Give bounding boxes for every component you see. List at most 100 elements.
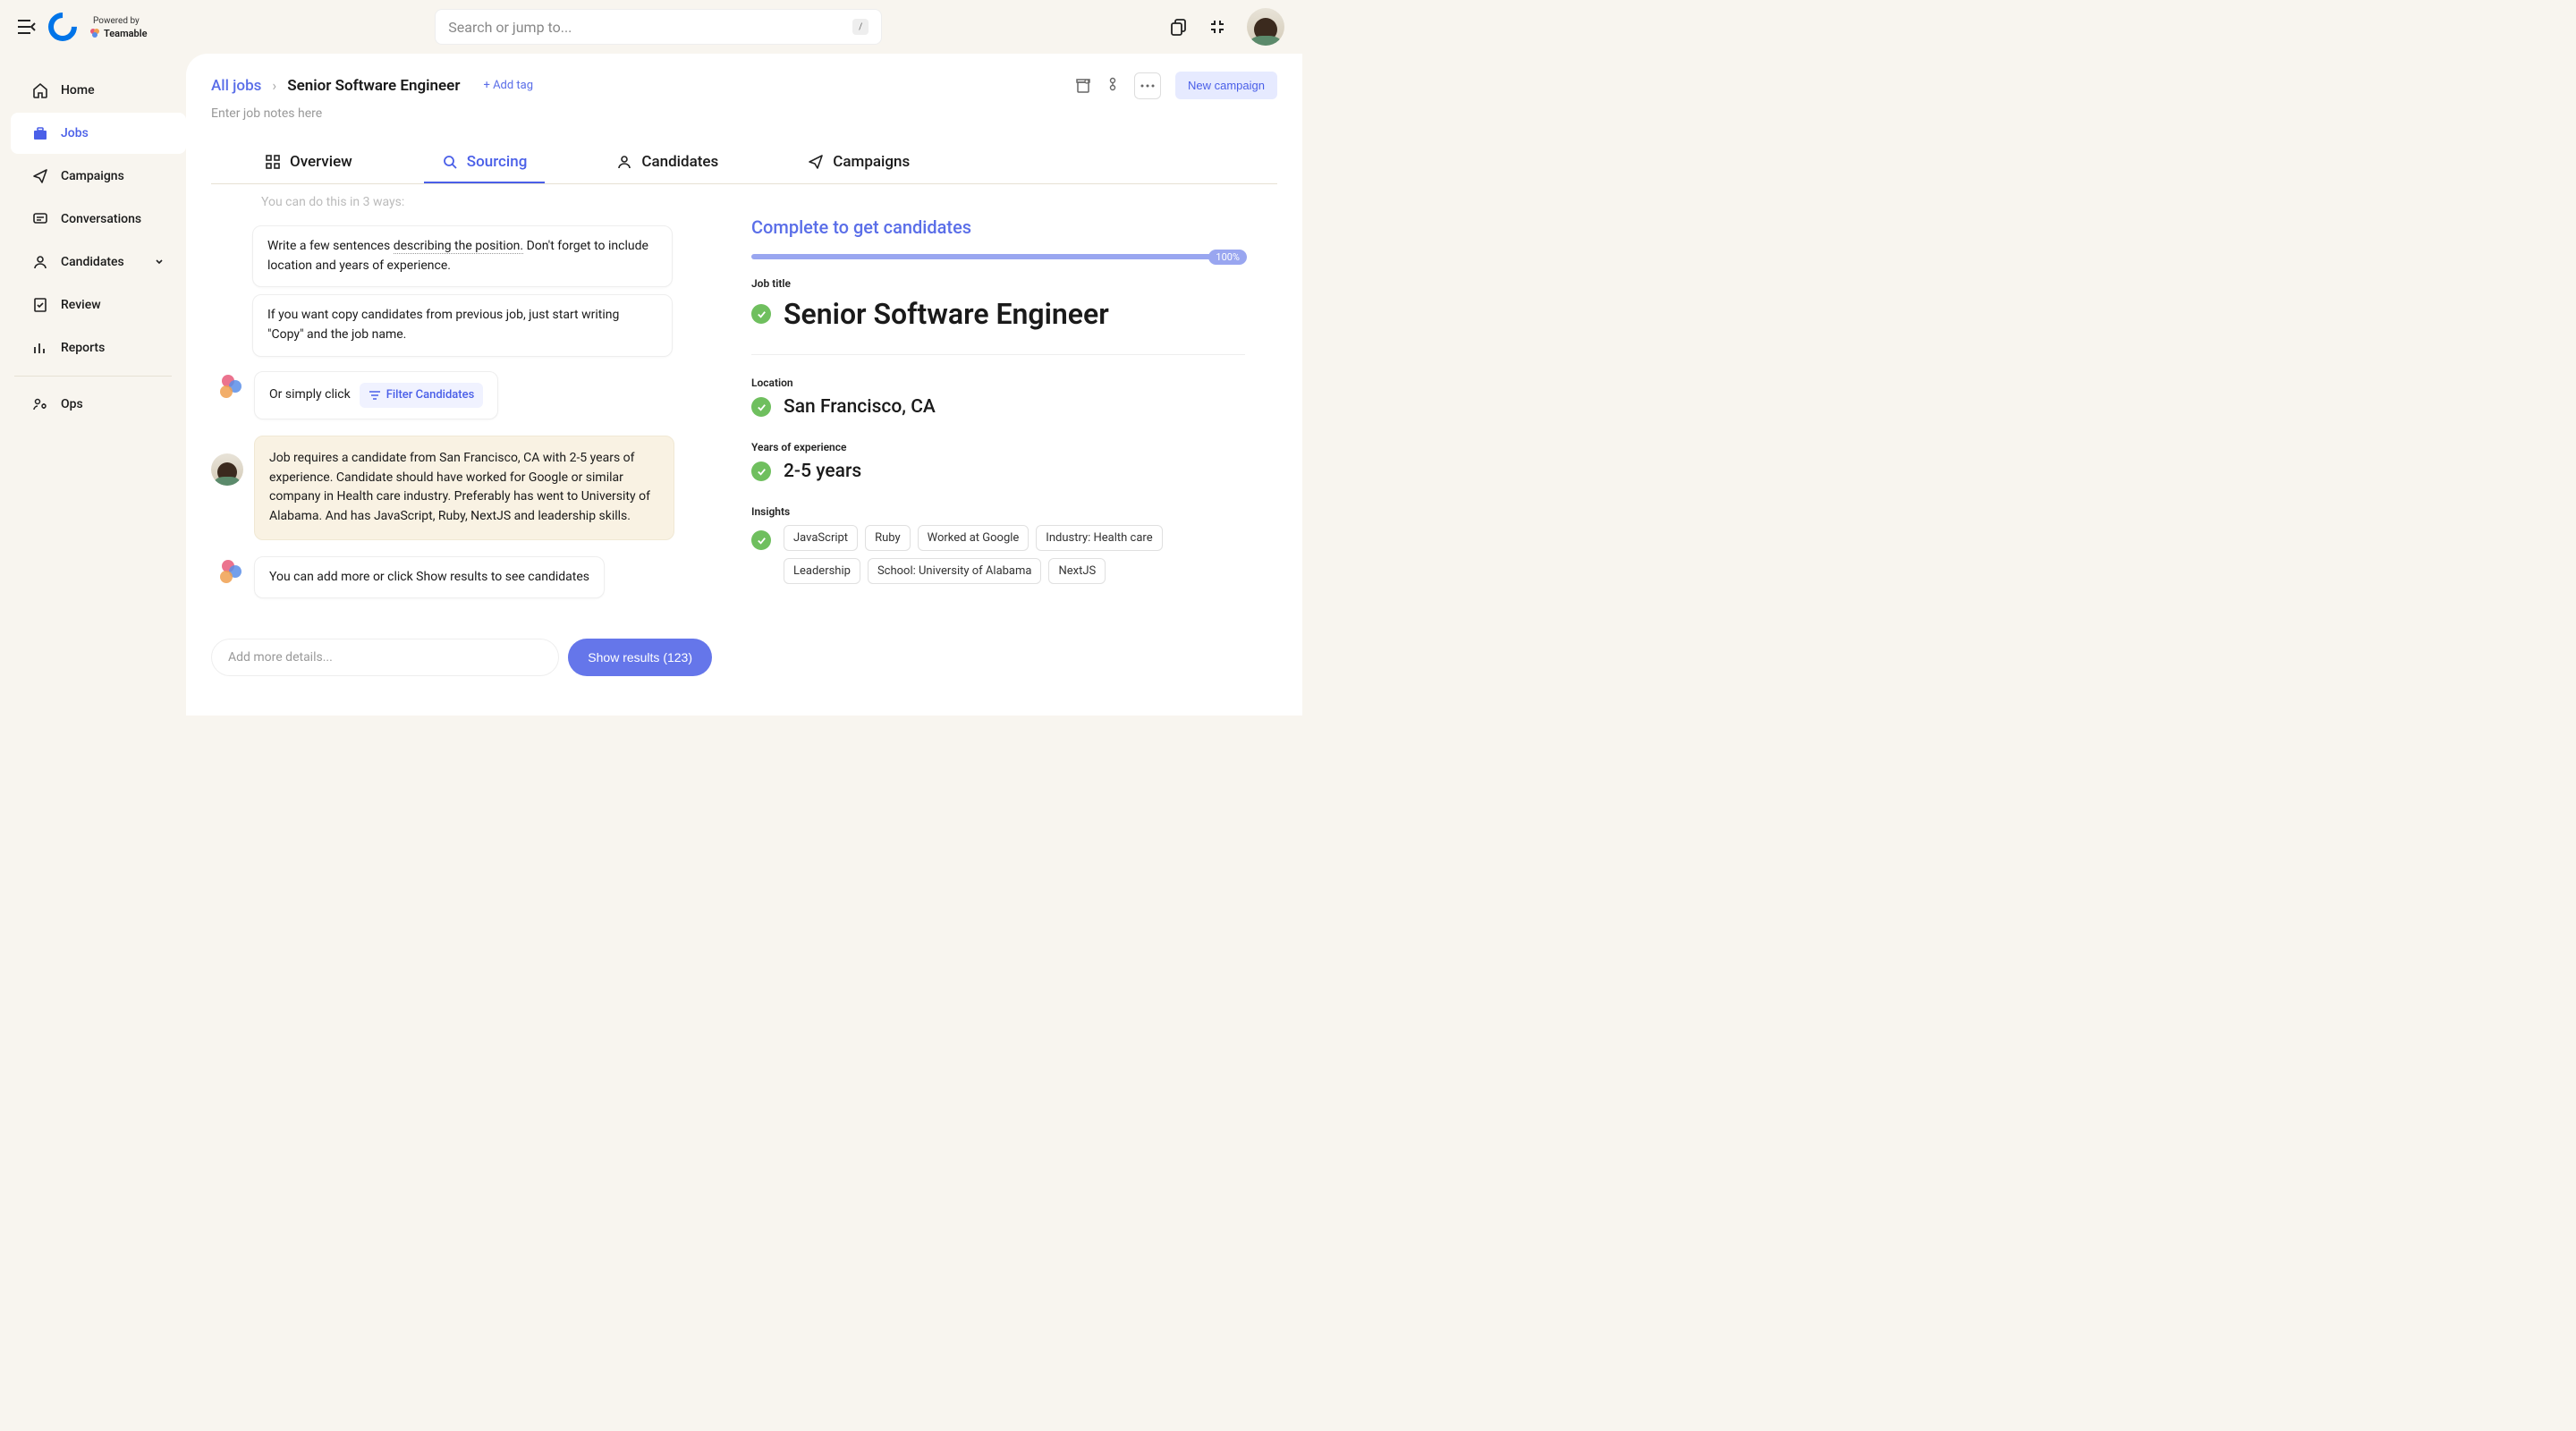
ai-message-4: You can add more or click Show results t… [254,556,605,599]
layout: Home Jobs Campaigns Conversations Candid… [0,54,1302,716]
sidebar-divider [14,376,172,377]
topbar-left: Powered by Teamable [18,13,148,41]
tab-sourcing[interactable]: Sourcing [424,142,546,183]
chat-column: You can do this in 3 ways: Write a few s… [211,184,712,698]
briefcase-icon [32,125,48,141]
sidebar-item-home[interactable]: Home [11,70,186,111]
check-icon [751,530,771,550]
sidebar-item-review[interactable]: Review [11,284,186,326]
topbar-right [1170,8,1284,46]
sidebar-item-candidates[interactable]: Candidates [11,241,186,283]
home-icon [32,82,48,98]
ai-message-3: Or simply click Filter Candidates [254,371,498,419]
tabs: Overview Sourcing Candidates Campaigns [211,142,1277,184]
chevron-right-icon: › [272,77,276,94]
search-wrap: Search or jump to... / [148,9,1170,45]
brand-name: Teamable [89,28,148,39]
years-label: Years of experience [751,441,1245,453]
add-tag-button[interactable]: + Add tag [483,79,533,92]
progress-badge: 100% [1208,250,1247,265]
link-icon[interactable] [1106,77,1120,95]
content-row: You can do this in 3 ways: Write a few s… [211,184,1277,698]
tag-chip[interactable]: Worked at Google [918,525,1030,551]
tab-candidates[interactable]: Candidates [598,142,736,183]
user-message-row: Job requires a candidate from San Franci… [211,427,712,549]
copy-icon[interactable] [1170,18,1188,36]
sidebar-item-jobs[interactable]: Jobs [11,113,186,154]
ai-avatar-icon [218,375,243,400]
archive-icon[interactable] [1075,78,1091,94]
check-icon [751,397,771,417]
collapse-sidebar-icon[interactable] [18,20,36,34]
tag-chip[interactable]: School: University of Alabama [868,558,1042,584]
ai-message-3-row: Or simply click Filter Candidates [211,364,712,427]
sidebar-item-campaigns[interactable]: Campaigns [11,156,186,197]
exit-fullscreen-icon[interactable] [1209,19,1225,35]
new-campaign-button[interactable]: New campaign [1175,72,1277,99]
tab-overview[interactable]: Overview [247,142,370,183]
location-row: San Francisco, CA [751,396,1245,418]
teamable-icon [89,28,100,38]
check-icon [751,461,771,481]
insights-tags: JavaScript Ruby Worked at Google Industr… [784,525,1245,584]
user-avatar[interactable] [1247,8,1284,46]
powered-by-block: Powered by Teamable [89,15,148,39]
send-icon [32,168,48,184]
tag-chip[interactable]: NextJS [1048,558,1106,584]
user-avatar-small [211,453,243,486]
check-icon [751,304,771,324]
people-gear-icon [32,396,48,412]
grid-icon [265,154,281,170]
chat-icon [32,211,48,227]
breadcrumb-current: Senior Software Engineer [287,77,460,95]
insights-label: Insights [751,505,1245,518]
sidebar-item-reports[interactable]: Reports [11,327,186,368]
detail-column: Complete to get candidates 100% Job titl… [741,184,1277,698]
search-icon [442,154,458,170]
filter-candidates-button[interactable]: Filter Candidates [360,383,484,408]
show-results-button[interactable]: Show results (123) [568,639,712,676]
search-input[interactable]: Search or jump to... / [435,9,882,45]
job-title-value: Senior Software Engineer [784,297,1109,331]
job-title-label: Job title [751,277,1245,290]
ai-message-2: If you want copy candidates from previou… [252,294,673,356]
logo-icon[interactable] [42,6,82,47]
breadcrumb-root[interactable]: All jobs [211,77,261,95]
tab-campaigns[interactable]: Campaigns [790,142,928,183]
topbar: Powered by Teamable Search or jump to...… [0,0,1302,54]
complete-title: Complete to get candidates [751,216,1245,238]
tag-chip[interactable]: Ruby [865,525,911,551]
progress-bar: 100% [751,254,1245,259]
location-value: San Francisco, CA [784,396,936,418]
breadcrumb-row: All jobs › Senior Software Engineer + Ad… [211,72,1277,99]
chat-input-row: Add more details... Show results (123) [211,633,712,698]
chat-input[interactable]: Add more details... [211,639,559,676]
chevron-down-icon [154,257,165,267]
main-panel: All jobs › Senior Software Engineer + Ad… [186,54,1302,716]
sidebar: Home Jobs Campaigns Conversations Candid… [0,54,186,716]
chat-faded-text: You can do this in 3 ways: [211,195,712,218]
ai-avatar-icon [218,560,243,585]
insights-row: JavaScript Ruby Worked at Google Industr… [751,525,1245,584]
ai-message-1: Write a few sentences describing the pos… [252,225,673,287]
chat-scroll: You can do this in 3 ways: Write a few s… [211,195,712,633]
years-row: 2-5 years [751,461,1245,482]
person-icon [32,254,48,270]
sidebar-item-conversations[interactable]: Conversations [11,199,186,240]
header-actions: New campaign [1075,72,1277,99]
user-message: Job requires a candidate from San Franci… [254,436,674,540]
tag-chip[interactable]: JavaScript [784,525,858,551]
send-icon [808,154,824,170]
bar-chart-icon [32,340,48,356]
ai-message-4-row: You can add more or click Show results t… [211,549,712,606]
tag-chip[interactable]: Leadership [784,558,860,584]
clipboard-check-icon [32,297,48,313]
job-notes-input[interactable]: Enter job notes here [211,106,1277,121]
powered-by-label: Powered by [93,15,148,28]
tag-chip[interactable]: Industry: Health care [1036,525,1162,551]
years-value: 2-5 years [784,461,861,482]
location-label: Location [751,377,1245,389]
sidebar-item-ops[interactable]: Ops [11,384,186,425]
more-menu-button[interactable] [1134,72,1161,99]
divider [751,354,1245,355]
